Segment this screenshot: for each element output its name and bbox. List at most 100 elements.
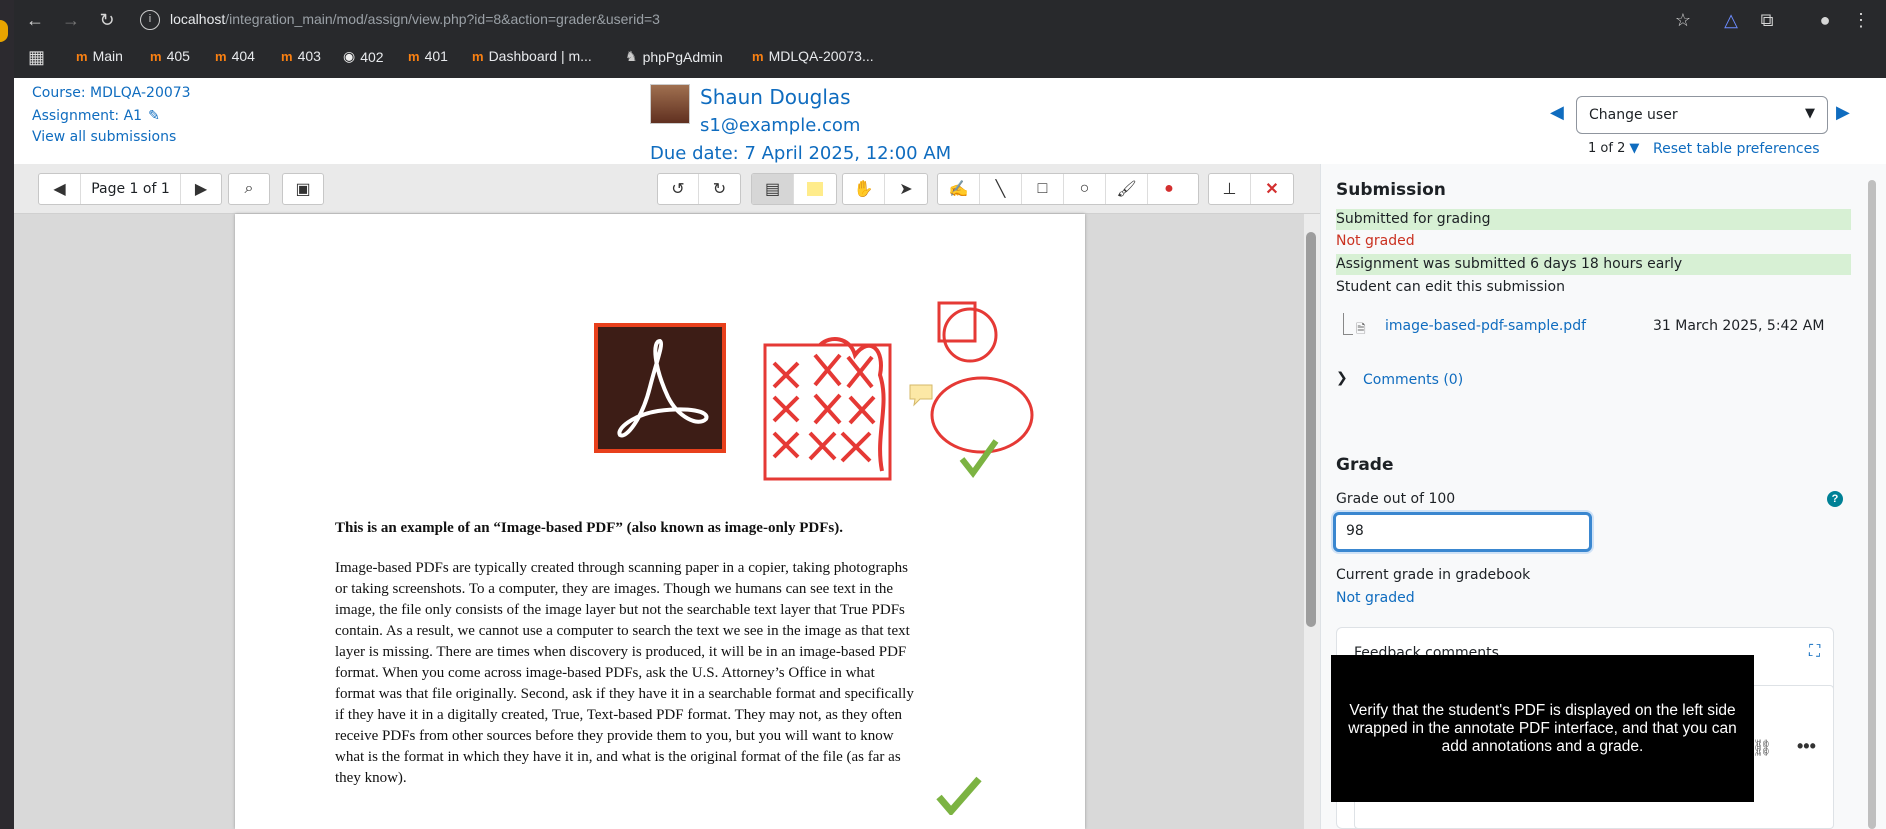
stamp-icon[interactable]: ⊥ [1209, 174, 1251, 204]
bookmark-403[interactable]: m 403 [281, 48, 321, 64]
tree-line [1343, 313, 1353, 335]
next-user-arrow-icon[interactable]: ▶ [1836, 102, 1850, 123]
pdf-body-line: or taking screenshots. To a computer, th… [335, 581, 894, 597]
checkmark-stamp-icon[interactable] [935, 775, 985, 815]
dropdown-caret-icon: ▼ [1805, 106, 1815, 121]
assignment-link[interactable]: Assignment: A1 [32, 108, 142, 124]
annotation-drawings[interactable] [760, 295, 1040, 485]
menu-icon[interactable]: ⋮ [1848, 0, 1874, 40]
extension-triangle-icon[interactable]: △ [1718, 0, 1744, 40]
submitted-file-link[interactable]: image-based-pdf-sample.pdf [1385, 318, 1586, 334]
bookmark-label: MDLQA-20073... [768, 48, 874, 64]
more-options-icon[interactable]: ••• [1797, 736, 1816, 757]
current-grade-link[interactable]: Not graded [1336, 590, 1415, 606]
address-bar[interactable]: localhost/integration_main/mod/assign/vi… [170, 11, 660, 27]
highlighter-icon[interactable]: 🖌 [1106, 174, 1148, 204]
submission-title: Submission [1336, 180, 1446, 200]
info-icon[interactable]: i [140, 10, 160, 30]
moodle-icon: m [408, 48, 420, 64]
rotate-right-icon[interactable]: ↻ [699, 174, 740, 204]
test-instruction-tooltip: Verify that the student's PDF is display… [1331, 655, 1754, 802]
comment-group: ▤ [751, 173, 837, 205]
pdf-file-icon: 🗎 [1356, 322, 1366, 336]
grade-title: Grade [1336, 455, 1394, 475]
change-user-select[interactable]: Change user ▼ [1576, 96, 1828, 134]
filter-icon[interactable]: ▼ [1629, 141, 1639, 156]
line-icon[interactable]: ╲ [980, 174, 1022, 204]
course-link[interactable]: Course: MDLQA-20073 [32, 85, 191, 101]
globe-icon: ◉ [343, 48, 356, 64]
panel-scrollbar[interactable] [1868, 180, 1876, 829]
select-arrow-icon[interactable]: ➤ [885, 174, 927, 204]
reload-icon[interactable]: ↻ [94, 0, 120, 40]
user-name-link[interactable]: Shaun Douglas [700, 85, 851, 109]
star-icon[interactable]: ☆ [1670, 0, 1696, 40]
moodle-icon: m [150, 48, 162, 64]
view-all-submissions-link[interactable]: View all submissions [32, 129, 176, 145]
page-select[interactable]: Page 1 of 1 [81, 174, 181, 204]
bookmark-dashboard[interactable]: m Dashboard | m... [472, 48, 592, 64]
grade-input[interactable]: 98 [1333, 512, 1592, 552]
bookmark-main[interactable]: m Main [76, 48, 123, 64]
annotation-color-icon[interactable]: ● [1148, 174, 1190, 204]
link-icon[interactable]: ⛓ [1752, 738, 1772, 758]
pdf-body-line: layer is missing. There are times when d… [335, 644, 907, 660]
bookmark-402[interactable]: ◉ 402 [343, 48, 384, 65]
rotate-left-icon[interactable]: ↺ [658, 174, 700, 204]
extensions-icon[interactable]: ⧉ [1754, 0, 1780, 40]
stamp-group: ⊥ ✕ [1208, 173, 1294, 205]
apps-icon[interactable]: ▦ [28, 47, 45, 68]
browser-toolbar: ← → ↻ i localhost/integration_main/mod/a… [0, 0, 1886, 40]
bookmark-mdlqa[interactable]: m MDLQA-20073... [752, 48, 874, 64]
rectangle-icon[interactable]: □ [1022, 174, 1064, 204]
user-count[interactable]: 1 of 2 ▼ [1588, 141, 1639, 156]
chevron-right-icon[interactable]: ❯ [1336, 370, 1348, 386]
user-count-label: 1 of 2 [1588, 141, 1626, 156]
pdf-body-line: format was that file originally. Second,… [335, 686, 914, 702]
select-group: ✋ ➤ [842, 173, 928, 205]
bookmark-label: 402 [360, 48, 384, 65]
moodle-icon: m [76, 48, 88, 64]
comment-color-icon[interactable] [794, 174, 836, 204]
bookmark-phppgadmin[interactable]: ♞ phpPgAdmin [625, 48, 723, 65]
time-remaining: Assignment was submitted 6 days 18 hours… [1336, 254, 1851, 275]
expand-comments-icon[interactable]: ▣ [282, 173, 324, 205]
change-user-label: Change user [1589, 107, 1678, 123]
bookmark-404[interactable]: m 404 [215, 48, 255, 64]
comment-tool-icon[interactable]: ▤ [752, 174, 794, 204]
avatar[interactable] [650, 84, 690, 124]
submission-status: Submitted for grading [1336, 209, 1851, 230]
pdf-body-line: receive PDFs from other sources before t… [335, 728, 894, 744]
profile-icon[interactable]: ● [1812, 0, 1838, 40]
user-email-link[interactable]: s1@example.com [700, 115, 860, 136]
forward-icon[interactable]: → [58, 0, 84, 40]
edit-pencil-icon[interactable]: ✎ [148, 107, 160, 124]
pdf-body: Image-based PDFs are typically created t… [335, 558, 914, 789]
bookmark-label: 403 [297, 48, 321, 64]
comments-link[interactable]: Comments (0) [1363, 372, 1463, 388]
bookmark-405[interactable]: m 405 [150, 48, 190, 64]
search-comments-icon[interactable]: ⌕ [228, 173, 270, 205]
grade-label: Grade out of 100 [1336, 491, 1456, 507]
pan-hand-icon[interactable]: ✋ [843, 174, 885, 204]
back-icon[interactable]: ← [22, 0, 48, 40]
rotate-group: ↺ ↻ [657, 173, 741, 205]
pdf-body-line: contain. As a result, we cannot use a co… [335, 623, 910, 639]
moodle-icon: m [215, 48, 227, 64]
reset-table-preferences-link[interactable]: Reset table preferences [1653, 141, 1820, 157]
fullscreen-icon[interactable]: ⛶ [1809, 643, 1820, 661]
oval-icon[interactable]: ○ [1064, 174, 1106, 204]
help-icon[interactable]: ? [1827, 491, 1843, 507]
cross-stamp-icon[interactable]: ✕ [1251, 174, 1293, 204]
pdf-scrollbar-thumb[interactable] [1306, 232, 1316, 627]
url-path: /integration_main/mod/assign/view.php?id… [225, 11, 660, 27]
bookmark-401[interactable]: m 401 [408, 48, 448, 64]
pdf-body-line: they know). [335, 770, 407, 786]
acrobat-logo-image [594, 323, 726, 453]
previous-user-arrow-icon[interactable]: ◀ [1550, 102, 1564, 123]
pen-icon[interactable]: ✍ [938, 174, 980, 204]
next-page-icon[interactable]: ▶ [181, 174, 221, 204]
previous-page-icon[interactable]: ◀ [39, 174, 81, 204]
url-host: localhost [170, 11, 226, 27]
edit-status: Student can edit this submission [1336, 279, 1565, 295]
